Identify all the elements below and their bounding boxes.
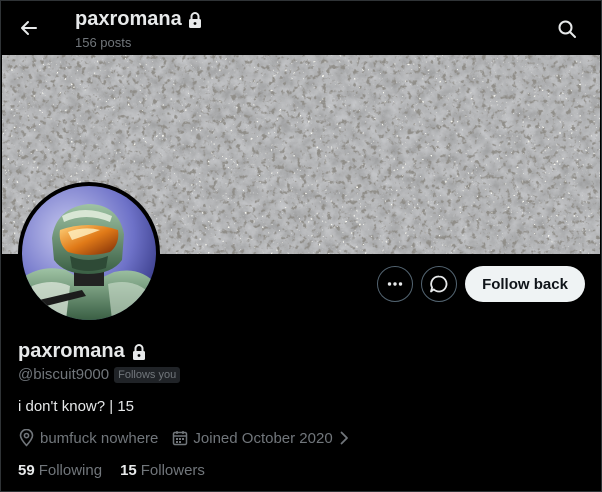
header-name: paxromana [75, 8, 182, 30]
message-button[interactable] [421, 266, 457, 302]
followers-label: Followers [140, 462, 205, 479]
follow-back-button[interactable]: Follow back [465, 266, 585, 302]
following-count: 59 [18, 462, 35, 479]
location-text: bumfuck nowhere [40, 429, 159, 447]
location: bumfuck nowhere [18, 429, 158, 447]
post-count: 156 posts [75, 35, 132, 50]
lock-icon [188, 11, 201, 28]
joined-text: Joined October 2020 [193, 429, 333, 447]
search-icon [558, 20, 576, 38]
following-link[interactable]: 59 Following [18, 462, 102, 479]
chevron-right-icon[interactable] [339, 431, 349, 445]
joined-date[interactable]: Joined October 2020 [172, 429, 333, 447]
follow-stats: 59 Following 15 Followers [18, 462, 223, 479]
follows-you-badge: Follows you [114, 366, 181, 383]
message-bubble-icon [430, 275, 448, 293]
header-title: paxromana [75, 8, 202, 31]
user-handle: @biscuit9000 [18, 366, 110, 383]
bio: i don't know? | 15 [18, 398, 135, 415]
handle-row: @biscuit9000 Follows you [18, 366, 181, 383]
back-button[interactable] [14, 13, 44, 43]
location-pin-icon [19, 429, 34, 447]
profile-meta: bumfuck nowhere Joined October 2020 [18, 429, 349, 447]
arrow-left-icon [21, 21, 37, 35]
calendar-icon [173, 431, 188, 446]
following-label: Following [38, 462, 103, 479]
followers-count: 15 [120, 462, 137, 479]
more-horizontal-icon [387, 282, 403, 286]
lock-icon [132, 343, 145, 360]
search-button[interactable] [552, 14, 582, 44]
display-name-row: paxromana [18, 340, 146, 363]
avatar[interactable] [18, 182, 160, 324]
more-button[interactable] [377, 266, 413, 302]
followers-link[interactable]: 15 Followers [120, 462, 205, 479]
display-name: paxromana [18, 340, 125, 362]
top-bar: paxromana 156 posts [0, 0, 602, 55]
